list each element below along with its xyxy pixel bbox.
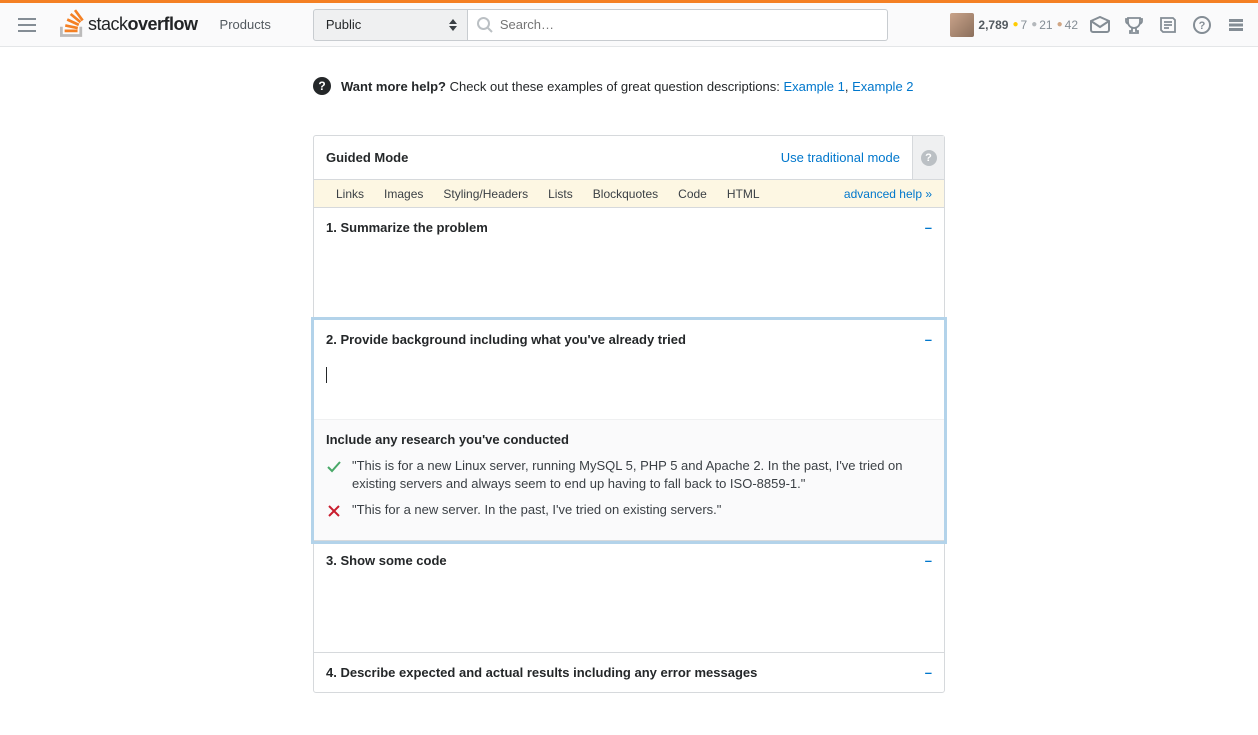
products-menu[interactable]: Products: [208, 17, 283, 32]
step-1-body[interactable]: [314, 247, 944, 319]
tab-images[interactable]: Images: [374, 187, 433, 201]
good-example-text: "This is for a new Linux server, running…: [352, 457, 932, 493]
advanced-help-link[interactable]: advanced help »: [844, 187, 932, 201]
editor-tabs: Links Images Styling/Headers Lists Block…: [314, 180, 944, 208]
check-icon: [326, 459, 342, 475]
updown-icon: [449, 19, 457, 31]
logo-text: stackoverflow: [88, 14, 198, 35]
example-1-link[interactable]: Example 1: [783, 79, 844, 94]
hint-box: Include any research you've conducted "T…: [314, 419, 944, 540]
reputation: 2,789: [978, 18, 1008, 32]
step-1-header[interactable]: 1. Summarize the problem –: [314, 208, 944, 247]
step-3-title: 3. Show some code: [326, 553, 447, 568]
collapse-icon[interactable]: –: [925, 220, 932, 235]
avatar: [950, 13, 974, 37]
tab-styling[interactable]: Styling/Headers: [433, 187, 538, 201]
good-example: "This is for a new Linux server, running…: [326, 457, 932, 493]
right-toolbar: 2,789 7 21 42 ?: [950, 13, 1248, 37]
svg-text:?: ?: [1199, 20, 1206, 32]
info-icon: ?: [313, 77, 331, 95]
step-2-body: Include any research you've conducted "T…: [314, 359, 944, 540]
step-3-header[interactable]: 3. Show some code –: [314, 541, 944, 580]
review-icon[interactable]: [1156, 13, 1180, 37]
example-2-link[interactable]: Example 2: [852, 79, 913, 94]
panel-title: Guided Mode: [326, 150, 408, 165]
topbar: stackoverflow Products Public 2,789 7 21…: [0, 0, 1258, 47]
step-1: 1. Summarize the problem –: [314, 208, 944, 320]
inbox-icon[interactable]: [1088, 13, 1112, 37]
panel-help-button[interactable]: ?: [912, 136, 944, 179]
banner-text: Check out these examples of great questi…: [446, 79, 783, 94]
gold-badge-count: 7: [1012, 18, 1027, 32]
panel-header: Guided Mode Use traditional mode ?: [314, 136, 944, 180]
tab-code[interactable]: Code: [668, 187, 717, 201]
silver-badge-count: 21: [1031, 18, 1052, 32]
help-icon[interactable]: ?: [1190, 13, 1214, 37]
step-4: 4. Describe expected and actual results …: [314, 653, 944, 692]
achievements-icon[interactable]: [1122, 13, 1146, 37]
bad-example-text: "This for a new server. In the past, I'v…: [352, 501, 932, 519]
help-banner: ? Want more help? Check out these exampl…: [313, 77, 945, 95]
step-4-title: 4. Describe expected and actual results …: [326, 665, 757, 680]
search-input[interactable]: [494, 17, 879, 32]
guided-mode-panel: Guided Mode Use traditional mode ? Links…: [313, 135, 945, 693]
bad-example: "This for a new server. In the past, I'v…: [326, 501, 932, 519]
step-2-title: 2. Provide background including what you…: [326, 332, 686, 347]
stackoverflow-logo[interactable]: stackoverflow: [60, 9, 198, 40]
x-icon: [326, 503, 342, 519]
user-profile[interactable]: 2,789 7 21 42: [950, 13, 1078, 37]
collapse-icon[interactable]: –: [925, 332, 932, 347]
step-3-body[interactable]: [314, 580, 944, 652]
search-icon: [476, 16, 494, 34]
step-3: 3. Show some code –: [314, 541, 944, 653]
collapse-icon[interactable]: –: [925, 665, 932, 680]
tab-links[interactable]: Links: [326, 187, 374, 201]
hamburger-menu-icon[interactable]: [18, 13, 42, 37]
scope-label: Public: [326, 17, 361, 32]
stackoverflow-icon: [60, 9, 84, 40]
search-container: [468, 9, 888, 41]
tab-lists[interactable]: Lists: [538, 187, 583, 201]
tab-blockquotes[interactable]: Blockquotes: [583, 187, 668, 201]
bronze-badge-count: 42: [1057, 18, 1078, 32]
tab-html[interactable]: HTML: [717, 187, 770, 201]
step-2-header[interactable]: 2. Provide background including what you…: [314, 320, 944, 359]
scope-select[interactable]: Public: [313, 9, 468, 41]
banner-bold: Want more help?: [341, 79, 446, 94]
step-1-title: 1. Summarize the problem: [326, 220, 488, 235]
text-cursor: [326, 367, 327, 383]
step-2: 2. Provide background including what you…: [314, 320, 944, 541]
hint-title: Include any research you've conducted: [326, 432, 932, 447]
step-4-header[interactable]: 4. Describe expected and actual results …: [314, 653, 944, 692]
step-2-editor[interactable]: [326, 359, 932, 419]
main-content: ? Want more help? Check out these exampl…: [313, 47, 945, 693]
stack-exchange-icon[interactable]: [1224, 13, 1248, 37]
use-traditional-link[interactable]: Use traditional mode: [781, 150, 900, 165]
collapse-icon[interactable]: –: [925, 553, 932, 568]
